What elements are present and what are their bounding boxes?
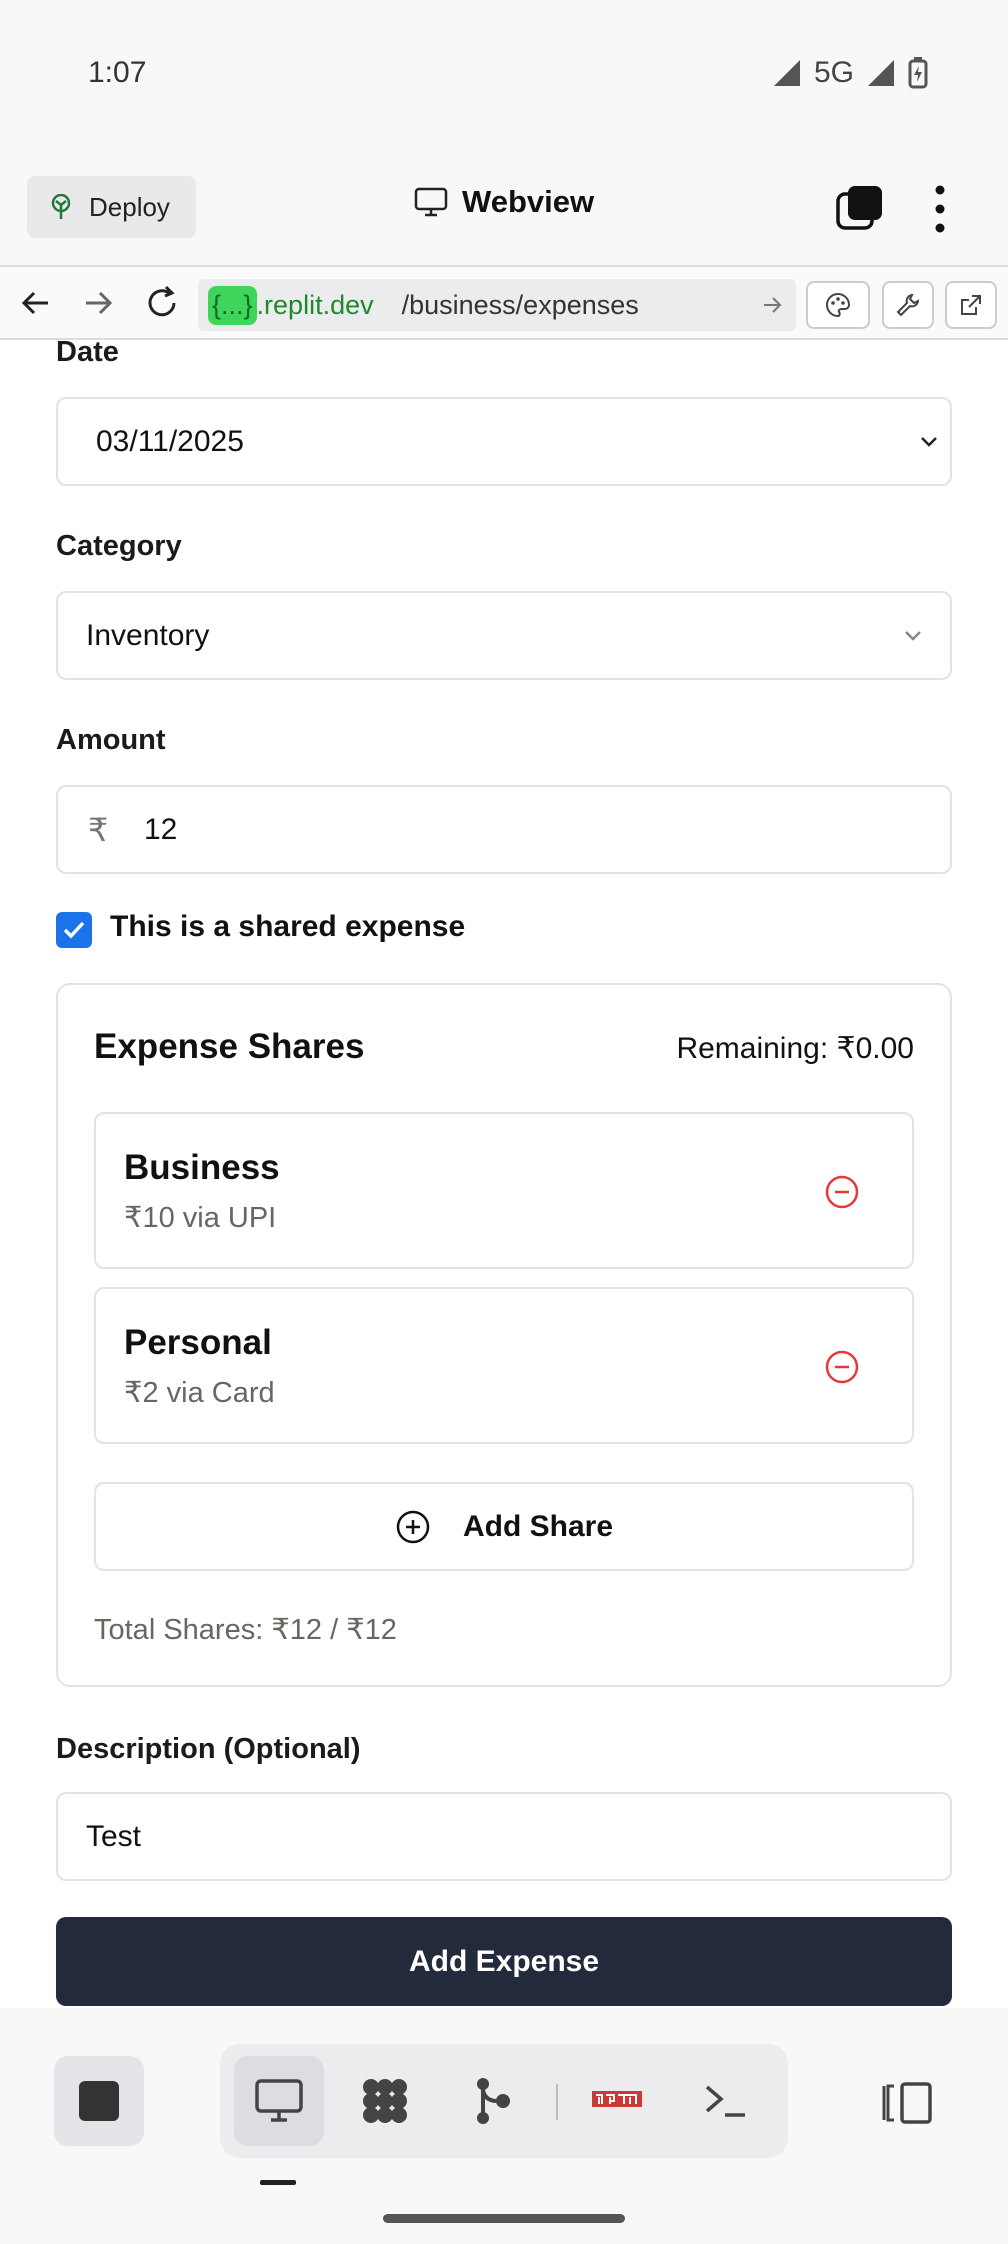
workflows-icon	[363, 2079, 407, 2123]
category-label: Category	[56, 530, 182, 562]
share-detail: ₹10 via UPI	[124, 1202, 277, 1234]
chevron-down-icon	[921, 437, 937, 447]
signal-icon	[773, 60, 800, 86]
webview-icon	[255, 2079, 303, 2122]
amount-label: Amount	[56, 724, 166, 756]
category-select[interactable]: Inventory	[56, 591, 952, 680]
remaining-amount: Remaining: ₹0.00	[676, 1032, 914, 1065]
home-indicator[interactable]	[383, 2214, 625, 2223]
page-title: Webview	[414, 184, 594, 220]
shares-title: Expense Shares	[94, 1027, 365, 1066]
title-text: Webview	[462, 184, 595, 219]
stop-icon	[79, 2081, 119, 2121]
signal-icon	[868, 60, 894, 86]
remove-share-icon[interactable]	[824, 1174, 860, 1210]
check-icon	[63, 921, 85, 939]
forward-icon[interactable]	[78, 283, 118, 323]
app-header: Deploy Webview	[0, 150, 1008, 265]
status-time: 1:07	[88, 56, 147, 89]
share-name: Personal	[124, 1323, 272, 1362]
url-path: /business/expenses	[401, 289, 639, 320]
active-tab-indicator	[260, 2180, 296, 2185]
external-link-icon	[961, 295, 981, 315]
chevron-down-icon	[905, 631, 921, 641]
url-host-highlight: {...}	[208, 285, 257, 325]
tools-button[interactable]	[882, 281, 934, 329]
description-label: Description (Optional)	[56, 1733, 361, 1765]
deploy-label: Deploy	[89, 191, 170, 222]
deploy-icon	[51, 194, 71, 219]
devtools-button[interactable]	[806, 281, 870, 329]
category-value: Inventory	[86, 618, 210, 652]
tabs-icon[interactable]	[836, 184, 884, 232]
share-name: Business	[124, 1148, 280, 1187]
palette-icon	[826, 292, 851, 318]
amount-value: 12	[144, 812, 178, 846]
split-view-icon[interactable]	[880, 2080, 936, 2126]
expense-form: Date 03/11/2025 Category Inventory Amoun…	[0, 340, 1008, 2008]
url-input[interactable]: {...} .replit.dev /business/expenses	[198, 279, 796, 331]
add-share-button[interactable]: Add Share	[94, 1482, 914, 1571]
plus-circle-icon	[396, 1510, 430, 1543]
shell-tool[interactable]	[680, 2056, 770, 2146]
total-shares: Total Shares: ₹12 / ₹12	[94, 1614, 397, 1646]
rupee-icon: ₹	[88, 811, 109, 848]
back-icon[interactable]	[16, 283, 56, 323]
shared-expense-label[interactable]: This is a shared expense	[110, 910, 465, 944]
description-input[interactable]: Test	[56, 1792, 952, 1881]
share-detail: ₹2 via Card	[124, 1377, 275, 1409]
status-indicators: 5G	[772, 56, 928, 90]
tool-group	[220, 2044, 788, 2158]
shell-icon	[705, 2085, 745, 2117]
deploy-button[interactable]: Deploy	[27, 176, 196, 238]
reload-icon[interactable]	[142, 283, 182, 323]
npm-icon	[592, 2091, 642, 2107]
webview-tool[interactable]	[234, 2056, 324, 2146]
date-input[interactable]: 03/11/2025	[56, 397, 952, 486]
url-host: {...} .replit.dev	[208, 285, 374, 325]
open-external-button[interactable]	[945, 281, 997, 329]
add-expense-button[interactable]: Add Expense	[56, 1917, 952, 2006]
expense-shares-panel: Expense Shares Remaining: ₹0.00 Business…	[56, 983, 952, 1687]
toolbar-divider	[556, 2084, 558, 2120]
share-card: Business ₹10 via UPI	[94, 1112, 914, 1269]
workflows-tool[interactable]	[340, 2056, 430, 2146]
add-share-label: Add Share	[462, 1509, 614, 1543]
shared-expense-checkbox[interactable]	[56, 912, 92, 948]
go-arrow-icon[interactable]	[760, 293, 784, 317]
description-value: Test	[86, 1819, 142, 1853]
bottom-toolbar	[0, 2008, 1008, 2244]
remove-share-icon[interactable]	[824, 1349, 860, 1385]
url-bar: {...} .replit.dev /business/expenses	[0, 265, 1008, 340]
git-icon	[477, 2078, 510, 2124]
monitor-icon	[414, 187, 448, 217]
more-options-icon[interactable]	[922, 182, 958, 236]
wrench-icon	[896, 293, 920, 317]
network-label: 5G	[813, 56, 854, 89]
share-card: Personal ₹2 via Card	[94, 1287, 914, 1444]
date-value: 03/11/2025	[96, 424, 244, 458]
stop-button[interactable]	[54, 2056, 144, 2146]
npm-tool[interactable]	[572, 2056, 662, 2146]
amount-input[interactable]: ₹ 12	[56, 785, 952, 874]
battery-charging-icon	[908, 57, 928, 89]
status-bar: 1:07 5G	[0, 0, 1008, 150]
date-label: Date	[56, 340, 119, 368]
git-tool[interactable]	[448, 2056, 538, 2146]
url-host-suffix: .replit.dev	[256, 289, 374, 320]
